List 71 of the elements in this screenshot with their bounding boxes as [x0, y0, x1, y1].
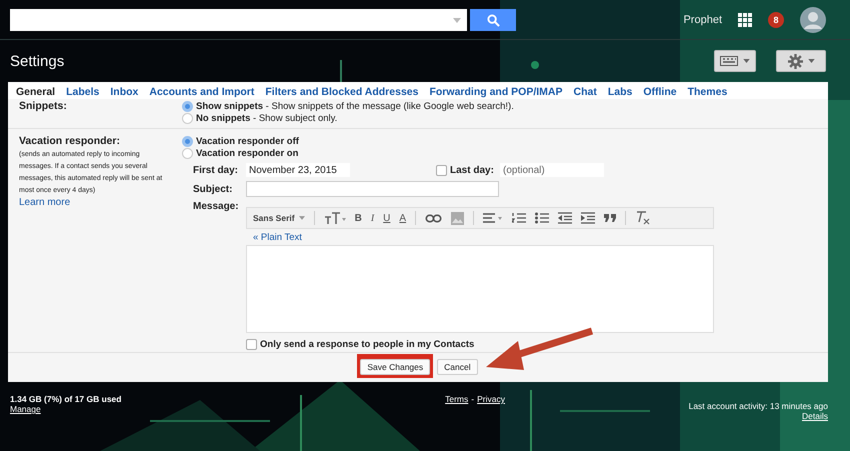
caret-icon: [453, 18, 461, 22]
checkbox[interactable]: [436, 164, 447, 176]
terms-link[interactable]: Terms: [445, 394, 468, 421]
settings-tab[interactable]: Labs: [608, 86, 632, 97]
privacy-link[interactable]: Privacy: [477, 394, 505, 421]
bulleted-list-icon[interactable]: [535, 212, 550, 224]
caret-icon: [743, 59, 750, 63]
plain-text-link[interactable]: « Plain Text: [253, 232, 714, 243]
italic-button[interactable]: I: [370, 212, 374, 224]
option-label: Vacation responder on: [196, 148, 298, 158]
text-color-button[interactable]: A: [399, 212, 406, 224]
settings-tab[interactable]: Offline: [643, 86, 677, 97]
option-label: Show snippets - Show snippets of the message (like Google web search!).: [196, 100, 514, 112]
settings-tab[interactable]: Filters and Blocked Addresses: [265, 86, 418, 97]
date-field[interactable]: (optional): [500, 163, 604, 177]
avatar[interactable]: [800, 7, 826, 33]
checkbox-label: Only send a response to people in my Contacts: [260, 339, 474, 350]
underline-button[interactable]: U: [383, 212, 390, 224]
apps-grid-icon[interactable]: [738, 13, 752, 27]
settings-tab[interactable]: Themes: [688, 86, 728, 97]
manage-link[interactable]: Manage: [10, 404, 122, 414]
cancel-button[interactable]: Cancel: [437, 359, 478, 375]
settings-tab[interactable]: General: [16, 86, 56, 97]
radio-button[interactable]: [182, 148, 193, 158]
option-label: Vacation responder off: [196, 136, 299, 146]
outdent-icon[interactable]: [558, 212, 572, 224]
account-name[interactable]: Prophet: [683, 14, 722, 26]
link-icon[interactable]: [425, 214, 442, 222]
settings-icon: [788, 54, 802, 68]
settings-button[interactable]: [776, 50, 826, 72]
field-label: Message:: [193, 201, 240, 212]
field-label: Last day:: [450, 164, 495, 176]
date-field[interactable]: November 23, 2015: [246, 163, 350, 177]
keyboard-icon: [720, 56, 738, 66]
last-activity: Last account activity: 13 minutes ago: [688, 401, 828, 411]
field-label: Subject:: [193, 184, 234, 194]
search-icon: [486, 14, 500, 26]
checkbox[interactable]: [246, 339, 257, 350]
section-label: Vacation responder:: [19, 135, 121, 147]
message-field[interactable]: [246, 245, 714, 333]
save-button[interactable]: Save Changes: [360, 359, 430, 375]
caret-icon: [808, 59, 814, 63]
separator: -: [471, 394, 474, 406]
search-button[interactable]: [470, 9, 516, 31]
caret-icon: [298, 216, 305, 220]
search-field[interactable]: [10, 9, 467, 31]
settings-tab[interactable]: Inbox: [110, 86, 138, 97]
section-label: Snippets:: [19, 100, 68, 112]
details-link[interactable]: Details: [802, 411, 828, 421]
text-size-icon[interactable]: [324, 212, 346, 224]
bold-button[interactable]: B: [354, 212, 362, 224]
align-icon[interactable]: [483, 212, 504, 224]
numbered-list-icon[interactable]: [512, 212, 526, 224]
font-dropdown[interactable]: Sans Serif: [253, 213, 305, 223]
radio-button[interactable]: [182, 136, 193, 146]
radio-button[interactable]: [182, 100, 193, 112]
indent-icon[interactable]: [581, 212, 596, 224]
subject-field[interactable]: [246, 181, 499, 197]
settings-tab[interactable]: Forwarding and POP/IMAP: [429, 86, 562, 97]
page-title: Settings: [10, 52, 64, 70]
clear-formatting-icon[interactable]: [635, 211, 652, 225]
settings-tab[interactable]: Accounts and Import: [149, 86, 254, 97]
settings-tab[interactable]: Chat: [574, 86, 597, 97]
option-label: No snippets - Show subject only.: [196, 112, 338, 124]
field-label: First day:: [193, 164, 240, 176]
storage-usage: 1.34 GB (7%) of 17 GB used: [10, 394, 122, 404]
radio-button[interactable]: [182, 112, 193, 124]
keyboard-button[interactable]: [714, 50, 756, 72]
quote-icon[interactable]: [604, 214, 616, 222]
settings-tab[interactable]: Labels: [66, 86, 100, 97]
learn-more-link[interactable]: Learn more: [19, 197, 182, 208]
